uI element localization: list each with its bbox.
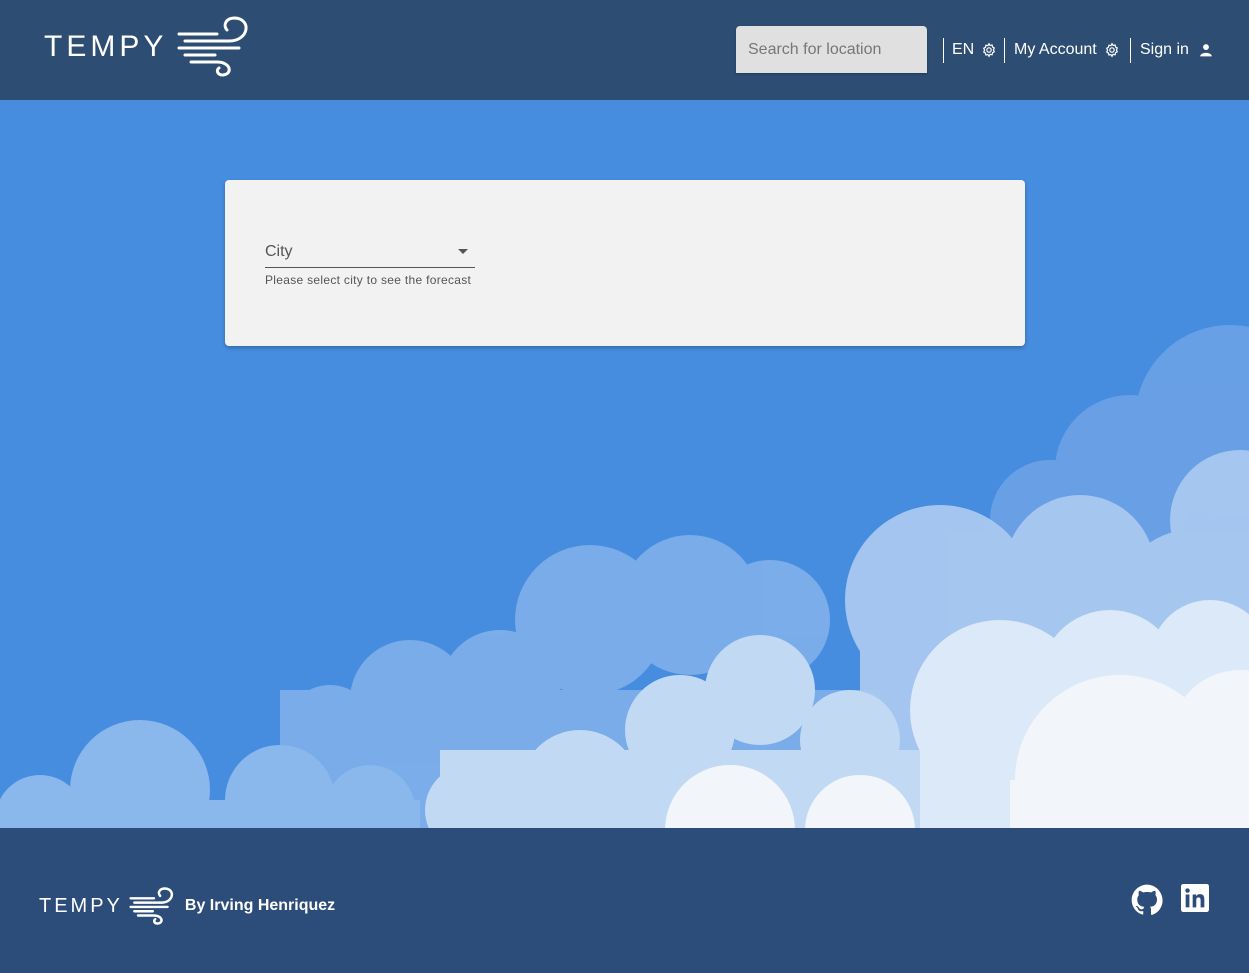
helper-text: Please select city to see the forecast [265,273,472,287]
my-account-link[interactable]: My Account [1014,37,1120,63]
gear-icon [1105,42,1118,58]
city-select-label: City [265,243,293,260]
wind-icon [129,887,173,925]
chevron-down-icon [458,249,468,254]
linkedin-icon[interactable] [1181,884,1209,912]
gear-icon [983,42,996,58]
nav-divider [1130,38,1131,63]
forecast-card: City Please select city to see the forec… [225,180,1025,346]
footer-logo-text: TEMPY [39,894,123,917]
account-label: My Account [1014,41,1097,58]
logo-text: TEMPY [44,29,168,63]
header: TEMPY EN My Account Sign in [0,0,1249,100]
logo[interactable]: TEMPY [44,14,257,79]
nav-divider [1004,38,1005,63]
language-selector[interactable]: EN [952,37,997,63]
nav-divider [943,38,944,63]
wind-icon [177,16,248,77]
search-input[interactable] [736,26,927,73]
github-icon[interactable] [1131,884,1163,916]
signin-label: Sign in [1140,41,1189,58]
footer: TEMPY By Irving Henriquez [0,828,1249,973]
main-content: City Please select city to see the forec… [0,100,1249,828]
person-icon [1200,44,1212,57]
sign-in-link[interactable]: Sign in [1140,37,1213,63]
language-label: EN [952,41,975,58]
city-select[interactable]: City [265,238,475,268]
author-byline: By Irving Henriquez [184,897,336,914]
footer-logo: TEMPY By Irving Henriquez [39,886,335,926]
